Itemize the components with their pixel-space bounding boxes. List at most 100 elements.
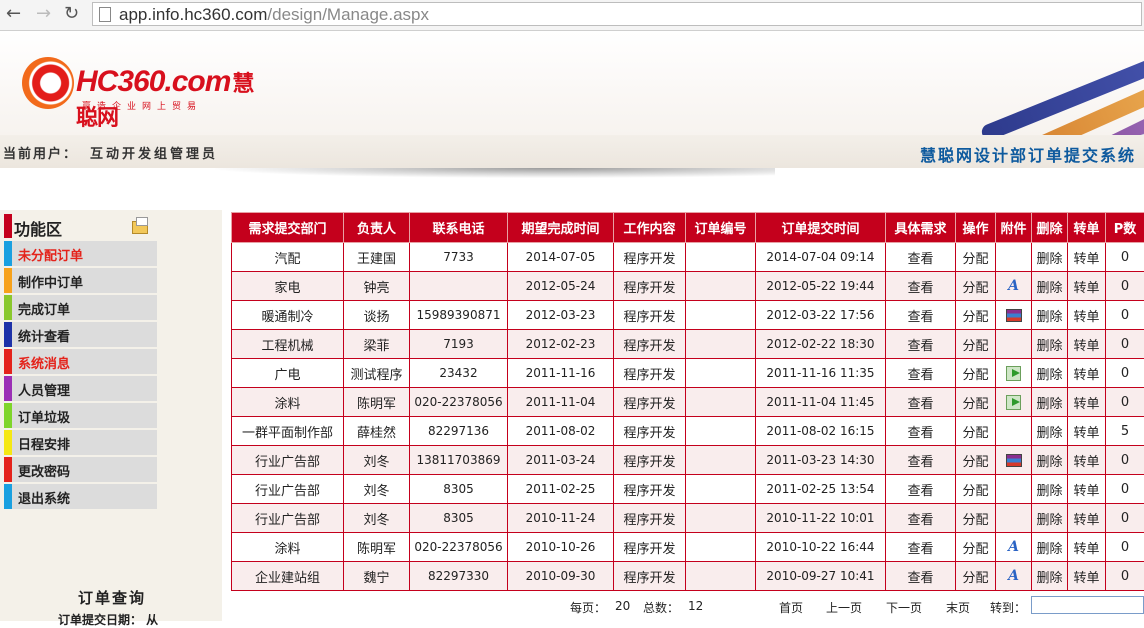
cell-assign-link[interactable]: 分配 xyxy=(956,475,996,504)
next-page-link[interactable]: 下一页 xyxy=(886,599,922,616)
cell-attachment[interactable] xyxy=(996,243,1032,272)
cell-transfer-link[interactable]: 转单 xyxy=(1068,475,1106,504)
reload-icon[interactable]: ↻ xyxy=(64,4,79,24)
sidebar-item-unassigned-orders[interactable]: 未分配订单 xyxy=(4,241,157,266)
font-file-icon[interactable]: A xyxy=(1008,568,1019,584)
hc360-logo[interactable]: HC360.com慧聪网 赢造企业网上贸易 xyxy=(18,53,268,115)
sidebar-item-in-progress-orders[interactable]: 制作中订单 xyxy=(4,268,157,293)
cell-transfer-link[interactable]: 转单 xyxy=(1068,504,1106,533)
cell-assign-link[interactable]: 分配 xyxy=(956,359,996,388)
cell-attachment[interactable] xyxy=(996,301,1032,330)
cell-transfer-link[interactable]: 转单 xyxy=(1068,446,1106,475)
cell-assign-link[interactable]: 分配 xyxy=(956,272,996,301)
cell-details-link[interactable]: 查看 xyxy=(886,475,956,504)
goto-page-input[interactable] xyxy=(1031,596,1144,614)
prev-page-link[interactable]: 上一页 xyxy=(826,599,862,616)
cell-assign-link[interactable]: 分配 xyxy=(956,504,996,533)
cell-attachment[interactable]: A xyxy=(996,562,1032,591)
cell-submit-time: 2011-11-04 11:45 xyxy=(756,388,886,417)
first-page-link[interactable]: 首页 xyxy=(779,599,803,616)
cell-details-link[interactable]: 查看 xyxy=(886,417,956,446)
cell-assign-link[interactable]: 分配 xyxy=(956,417,996,446)
font-file-icon[interactable]: A xyxy=(1008,539,1019,555)
cell-transfer-link[interactable]: 转单 xyxy=(1068,301,1106,330)
cell-delete-link[interactable]: 删除 xyxy=(1032,533,1068,562)
cell-attachment[interactable] xyxy=(996,388,1032,417)
cell-transfer-link[interactable]: 转单 xyxy=(1068,417,1106,446)
current-user-label: 当前用户： xyxy=(3,143,78,162)
cell-delete-link[interactable]: 删除 xyxy=(1032,562,1068,591)
cell-details-link[interactable]: 查看 xyxy=(886,446,956,475)
forward-arrow-icon[interactable]: → xyxy=(36,4,51,24)
cell-delete-link[interactable]: 删除 xyxy=(1032,475,1068,504)
sidebar-item-order-trash[interactable]: 订单垃圾 xyxy=(4,403,157,428)
cell-transfer-link[interactable]: 转单 xyxy=(1068,533,1106,562)
cell-assign-link[interactable]: 分配 xyxy=(956,562,996,591)
sidebar-item-completed-orders[interactable]: 完成订单 xyxy=(4,295,157,320)
cell-assign-link[interactable]: 分配 xyxy=(956,446,996,475)
archive-file-icon[interactable] xyxy=(1006,454,1022,467)
sidebar-item-logout[interactable]: 退出系统 xyxy=(4,484,157,509)
cell-phone: 020-22378056 xyxy=(410,533,508,562)
cell-delete-link[interactable]: 删除 xyxy=(1032,301,1068,330)
address-bar[interactable]: app.info.hc360.com/design/Manage.aspx xyxy=(92,2,1142,26)
cell-delete-link[interactable]: 删除 xyxy=(1032,359,1068,388)
cell-delete-link[interactable]: 删除 xyxy=(1032,330,1068,359)
last-page-link[interactable]: 末页 xyxy=(946,599,970,616)
orders-table: 需求提交部门 负责人 联系电话 期望完成时间 工作内容 订单编号 订单提交时间 … xyxy=(231,212,1144,591)
cell-attachment[interactable] xyxy=(996,330,1032,359)
cell-department: 企业建站组 xyxy=(232,562,344,591)
cell-delete-link[interactable]: 删除 xyxy=(1032,417,1068,446)
cell-details-link[interactable]: 查看 xyxy=(886,562,956,591)
cell-details-link[interactable]: 查看 xyxy=(886,272,956,301)
cell-delete-link[interactable]: 删除 xyxy=(1032,272,1068,301)
folder-icon[interactable] xyxy=(132,221,148,234)
cell-details-link[interactable]: 查看 xyxy=(886,330,956,359)
back-arrow-icon[interactable]: ← xyxy=(6,4,21,24)
cell-attachment[interactable]: A xyxy=(996,533,1032,562)
cell-transfer-link[interactable]: 转单 xyxy=(1068,330,1106,359)
table-row: 广电测试程序234322011-11-16程序开发2011-11-16 11:3… xyxy=(232,359,1144,388)
cell-assign-link[interactable]: 分配 xyxy=(956,301,996,330)
sidebar-item-system-messages[interactable]: 系统消息 xyxy=(4,349,157,374)
forward-file-icon[interactable] xyxy=(1006,395,1021,410)
sidebar-item-staff-management[interactable]: 人员管理 xyxy=(4,376,157,401)
cell-assign-link[interactable]: 分配 xyxy=(956,388,996,417)
sidebar-item-change-password[interactable]: 更改密码 xyxy=(4,457,157,482)
cell-attachment[interactable]: A xyxy=(996,272,1032,301)
cell-assign-link[interactable]: 分配 xyxy=(956,243,996,272)
cell-transfer-link[interactable]: 转单 xyxy=(1068,359,1106,388)
logo-ring-icon xyxy=(22,57,74,109)
cell-transfer-link[interactable]: 转单 xyxy=(1068,243,1106,272)
cell-attachment[interactable] xyxy=(996,359,1032,388)
archive-file-icon[interactable] xyxy=(1006,309,1022,322)
cell-delete-link[interactable]: 删除 xyxy=(1032,388,1068,417)
cell-attachment[interactable] xyxy=(996,446,1032,475)
cell-transfer-link[interactable]: 转单 xyxy=(1068,272,1106,301)
cell-attachment[interactable] xyxy=(996,475,1032,504)
col-header-details: 具体需求 xyxy=(886,213,956,243)
cell-details-link[interactable]: 查看 xyxy=(886,388,956,417)
cell-expected-date: 2012-02-23 xyxy=(508,330,614,359)
font-file-icon[interactable]: A xyxy=(1008,278,1019,294)
cell-work-content: 程序开发 xyxy=(614,330,686,359)
cell-transfer-link[interactable]: 转单 xyxy=(1068,562,1106,591)
cell-details-link[interactable]: 查看 xyxy=(886,533,956,562)
cell-details-link[interactable]: 查看 xyxy=(886,504,956,533)
cell-delete-link[interactable]: 删除 xyxy=(1032,504,1068,533)
cell-delete-link[interactable]: 删除 xyxy=(1032,243,1068,272)
cell-delete-link[interactable]: 删除 xyxy=(1032,446,1068,475)
cell-attachment[interactable] xyxy=(996,417,1032,446)
cell-details-link[interactable]: 查看 xyxy=(886,243,956,272)
cell-attachment[interactable] xyxy=(996,504,1032,533)
cell-details-link[interactable]: 查看 xyxy=(886,301,956,330)
sidebar-item-schedule[interactable]: 日程安排 xyxy=(4,430,157,455)
sidebar-item-statistics[interactable]: 统计查看 xyxy=(4,322,157,347)
cell-transfer-link[interactable]: 转单 xyxy=(1068,388,1106,417)
cell-assign-link[interactable]: 分配 xyxy=(956,330,996,359)
cell-details-link[interactable]: 查看 xyxy=(886,359,956,388)
cell-owner: 魏宁 xyxy=(344,562,410,591)
cell-assign-link[interactable]: 分配 xyxy=(956,533,996,562)
cell-p-count: 5 xyxy=(1106,417,1144,446)
forward-file-icon[interactable] xyxy=(1006,366,1021,381)
